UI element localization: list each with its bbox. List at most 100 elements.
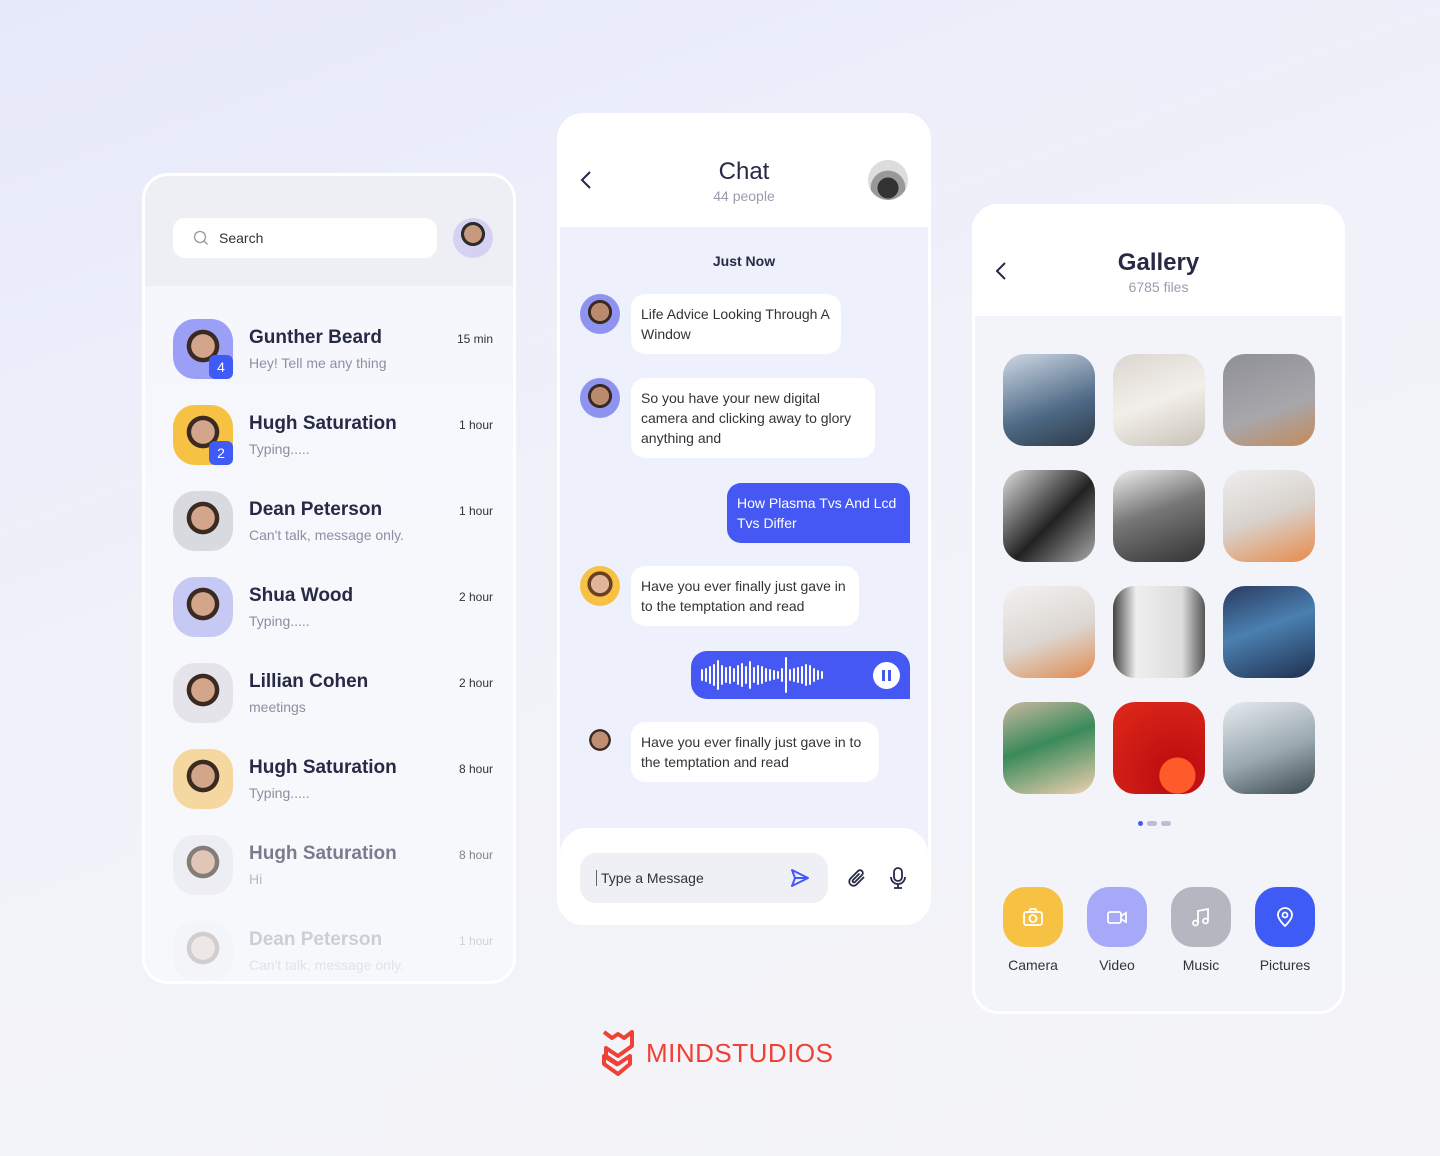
waveform-bar <box>721 665 723 685</box>
action-music[interactable]: Music <box>1161 887 1241 973</box>
waveform-bar <box>801 666 803 684</box>
contact-time: 1 hour <box>458 504 493 518</box>
paperclip-icon[interactable] <box>846 867 868 889</box>
mindstudios-logo-icon <box>602 1030 634 1076</box>
back-chevron-icon[interactable] <box>580 170 592 190</box>
camera-icon <box>1023 908 1043 926</box>
gallery-photo[interactable] <box>1223 470 1315 562</box>
contact-row[interactable]: Dean Peterson Can't talk, message only. … <box>173 491 493 553</box>
time-divider: Just Now <box>712 253 776 269</box>
contact-time: 8 hour <box>458 762 493 776</box>
sender-avatar <box>580 378 620 418</box>
music-icon <box>1192 907 1209 927</box>
sender-avatar <box>580 294 620 334</box>
action-button[interactable] <box>1087 887 1147 947</box>
waveform-bar <box>753 667 755 683</box>
contact-last-message: Typing..... <box>249 441 310 457</box>
video-icon <box>1107 911 1127 924</box>
message-bubble: Life Advice Looking Through A Window <box>631 294 841 354</box>
gallery-photo[interactable] <box>1003 470 1095 562</box>
search-input[interactable]: Search <box>173 218 437 258</box>
sender-avatar <box>580 566 620 606</box>
pause-button[interactable] <box>873 662 900 689</box>
contact-time: 1 hour <box>458 934 493 948</box>
send-icon[interactable] <box>790 868 810 888</box>
contact-avatar <box>173 749 233 809</box>
contact-last-message: Hi <box>249 871 263 887</box>
gallery-photo[interactable] <box>1223 586 1315 678</box>
message-placeholder: Type a Message <box>596 870 704 886</box>
waveform-bar <box>769 669 771 681</box>
action-camera[interactable]: Camera <box>993 887 1073 973</box>
search-icon <box>193 230 208 245</box>
contact-row[interactable]: Hugh Saturation Typing..... 8 hour <box>173 749 493 811</box>
waveform-bar <box>773 670 775 680</box>
action-label: Music <box>1182 957 1220 973</box>
waveform-bar <box>709 666 711 684</box>
gallery-photo[interactable] <box>1113 702 1205 794</box>
waveform-bar <box>701 669 703 681</box>
brand-name: MINDSTUDIOS <box>646 1037 834 1068</box>
action-label: Pictures <box>1259 957 1311 973</box>
gallery-title: Gallery <box>1117 249 1200 276</box>
contact-time: 15 min <box>456 332 493 346</box>
action-button[interactable] <box>1255 887 1315 947</box>
group-avatar[interactable] <box>868 160 908 200</box>
action-label: Video <box>1099 957 1135 973</box>
action-button[interactable] <box>1171 887 1231 947</box>
action-pictures[interactable]: Pictures <box>1245 887 1325 973</box>
gallery-photo[interactable] <box>1003 354 1095 446</box>
gallery-photo[interactable] <box>1003 586 1095 678</box>
contacts-card: Search 4 Gunther Beard Hey! Tell me any t… <box>142 173 516 984</box>
brand-logo: MINDSTUDIOS <box>602 1030 834 1076</box>
voice-message[interactable] <box>691 651 910 699</box>
gallery-photo[interactable] <box>1223 702 1315 794</box>
gallery-header: Gallery 6785 files <box>975 207 1342 316</box>
message-bubble: So you have your new digital camera and … <box>631 378 875 458</box>
message-input[interactable]: Type a Message <box>580 853 828 903</box>
waveform-bar <box>741 663 743 687</box>
waveform <box>701 657 823 693</box>
waveform-bar <box>737 665 739 685</box>
contact-row[interactable]: 2 Hugh Saturation Typing..... 1 hour <box>173 405 493 467</box>
action-button[interactable] <box>1003 887 1063 947</box>
contact-last-message: Can't talk, message only. <box>249 527 404 543</box>
contact-last-message: Typing..... <box>249 785 310 801</box>
contact-avatar <box>173 577 233 637</box>
waveform-bar <box>745 666 747 684</box>
contact-row[interactable]: 4 Gunther Beard Hey! Tell me any thing 15… <box>173 319 493 381</box>
waveform-bar <box>761 666 763 684</box>
gallery-photo[interactable] <box>1003 702 1095 794</box>
contact-avatar <box>173 921 233 981</box>
contact-row[interactable]: Dean Peterson Can't talk, message only. … <box>173 921 493 981</box>
gallery-photo[interactable] <box>1113 470 1205 562</box>
back-chevron-icon[interactable] <box>995 261 1007 281</box>
contact-name: Dean Peterson <box>249 499 383 520</box>
waveform-bar <box>797 667 799 683</box>
contact-name: Gunther Beard <box>249 327 383 348</box>
contact-name: Shua Wood <box>249 585 354 606</box>
contact-name: Dean Peterson <box>249 929 383 950</box>
gallery-photo[interactable] <box>1223 354 1315 446</box>
action-video[interactable]: Video <box>1077 887 1157 973</box>
contact-last-message: meetings <box>249 699 306 715</box>
contact-row[interactable]: Lillian Cohen meetings 2 hour <box>173 663 493 725</box>
user-avatar[interactable] <box>453 218 493 258</box>
contact-name: Hugh Saturation <box>249 757 397 778</box>
contact-row[interactable]: Shua Wood Typing..... 2 hour <box>173 577 493 639</box>
waveform-bar <box>713 664 715 686</box>
contact-time: 2 hour <box>458 590 493 604</box>
waveform-bar <box>733 668 735 682</box>
contact-name: Lillian Cohen <box>249 671 369 692</box>
chat-card: Chat 44 people Just Now Life Advice Look… <box>557 113 931 925</box>
contact-avatar <box>173 835 233 895</box>
sender-avatar <box>580 722 620 762</box>
contact-last-message: Typing..... <box>249 613 310 629</box>
gallery-photo[interactable] <box>1113 354 1205 446</box>
microphone-icon[interactable] <box>888 866 908 890</box>
contact-row[interactable]: Hugh Saturation Hi 8 hour <box>173 835 493 897</box>
gallery-photo[interactable] <box>1113 586 1205 678</box>
waveform-bar <box>817 670 819 680</box>
page-indicator[interactable] <box>1138 821 1171 826</box>
contact-name: Hugh Saturation <box>249 413 397 434</box>
